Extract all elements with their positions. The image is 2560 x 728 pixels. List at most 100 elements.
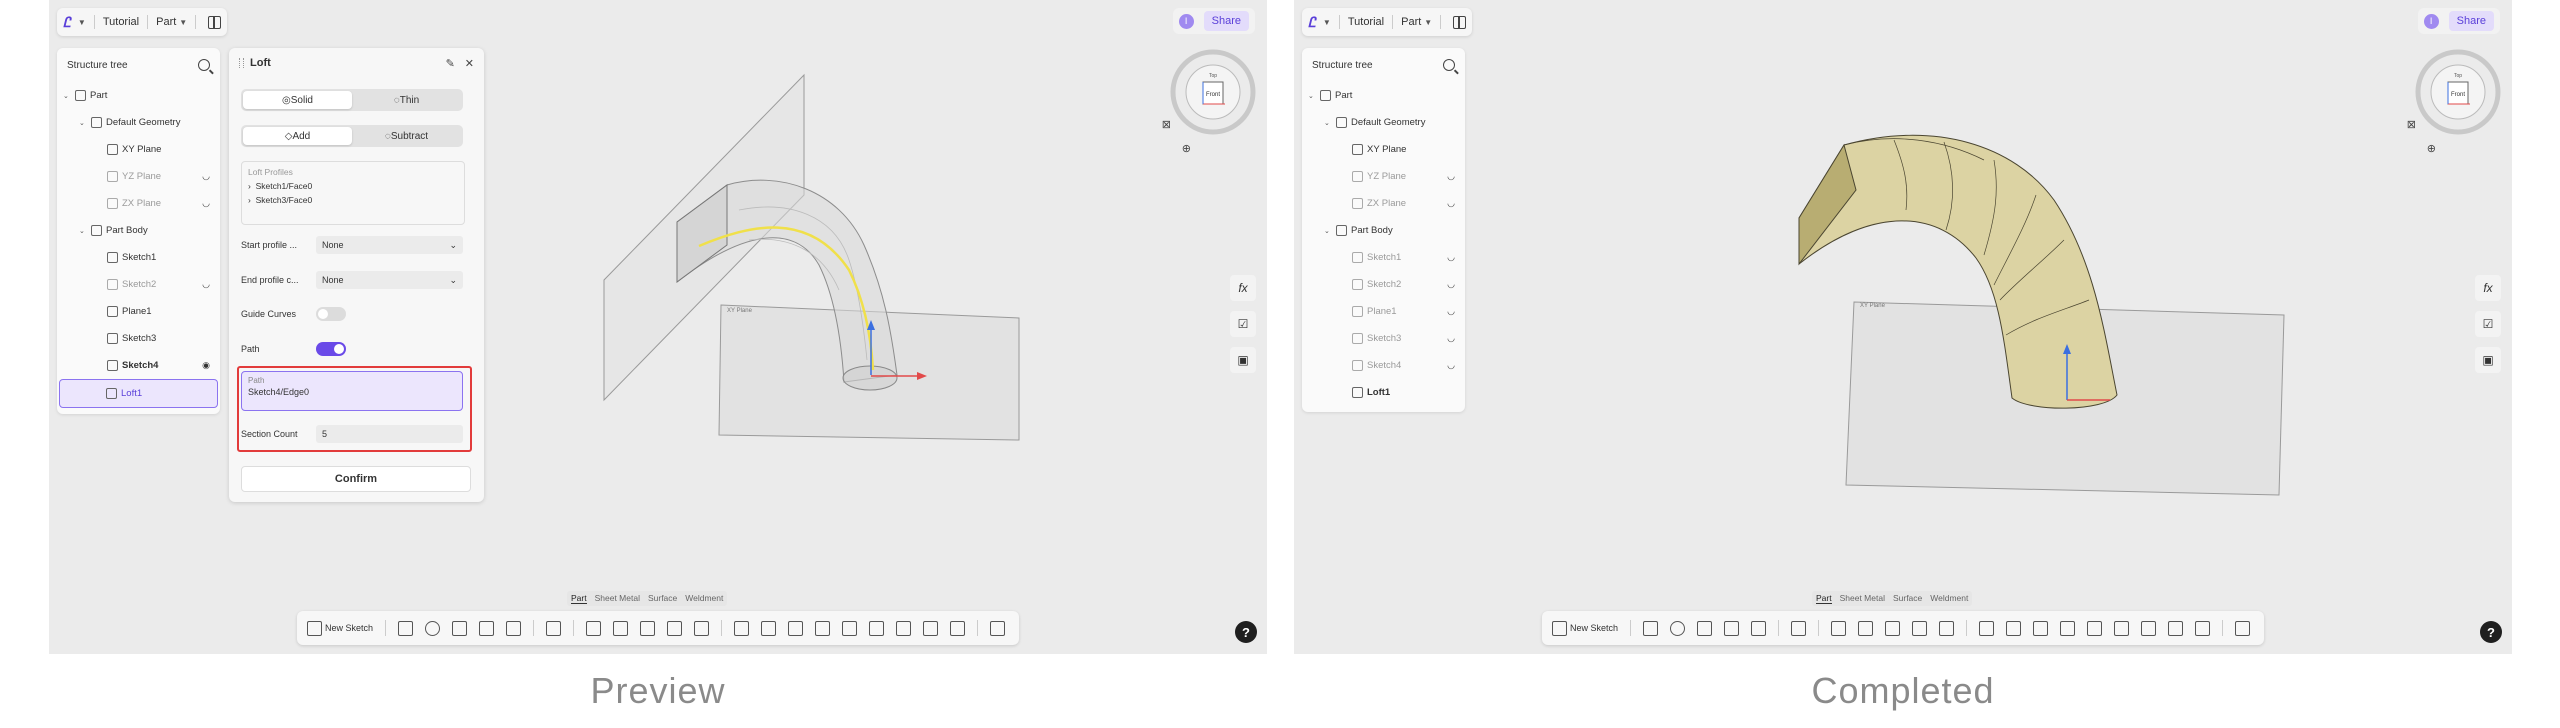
clipboard-check-icon[interactable]: ☑	[1230, 311, 1256, 337]
tab-sheet-metal[interactable]: Sheet Metal	[595, 593, 640, 604]
measure-icon[interactable]	[990, 620, 1006, 636]
list-item[interactable]: › Sketch1/Face0	[242, 179, 464, 193]
help-button[interactable]: ?	[1235, 621, 1257, 643]
eye-closed-icon[interactable]: ◡	[1447, 198, 1455, 209]
camera-icon[interactable]: ⊕	[2427, 142, 2436, 155]
doc-title[interactable]: Tutorial	[1348, 16, 1384, 28]
search-icon[interactable]	[198, 59, 210, 71]
loft-profiles-list[interactable]: Loft Profiles › Sketch1/Face0 › Sketch3/…	[241, 161, 465, 225]
clipboard-check-icon[interactable]: ☑	[2475, 311, 2501, 337]
view-cube[interactable]: Front Top	[1167, 46, 1259, 138]
tree-item-sketch1[interactable]: Sketch1	[57, 244, 220, 271]
tab-part[interactable]: Part	[1816, 593, 1832, 604]
fillet-icon[interactable]	[1831, 620, 1847, 636]
thicken-icon[interactable]	[1939, 620, 1955, 636]
chevron-down-icon[interactable]: ▼	[179, 18, 187, 27]
combine-icon[interactable]	[815, 620, 831, 636]
eye-closed-icon[interactable]: ◡	[202, 198, 210, 209]
eye-closed-icon[interactable]: ◡	[202, 279, 210, 290]
rib-icon[interactable]	[1751, 620, 1767, 636]
path-toggle[interactable]	[316, 342, 346, 356]
draft-icon[interactable]	[1912, 620, 1928, 636]
rib-icon[interactable]	[506, 620, 522, 636]
sweep-icon[interactable]	[452, 620, 468, 636]
end-profile-select[interactable]: None ⌄	[316, 271, 463, 289]
chevron-down-icon[interactable]: ▼	[78, 18, 86, 27]
pattern-icon[interactable]	[1979, 620, 1995, 636]
tree-item-part-body[interactable]: ⌄ Part Body	[1302, 217, 1465, 244]
mode-selector[interactable]: Part	[156, 16, 176, 28]
tree-item-xy-plane[interactable]: XY Plane	[57, 136, 220, 163]
tree-item-sketch3[interactable]: Sketch3	[57, 325, 220, 352]
hole-icon[interactable]	[1791, 620, 1807, 636]
drag-handle-icon[interactable]	[239, 58, 244, 68]
tree-item-loft1[interactable]: Loft1	[59, 379, 218, 408]
tree-item-plane1[interactable]: Plane1 ◡	[1302, 298, 1465, 325]
help-button[interactable]: ?	[2480, 621, 2502, 643]
shell-icon[interactable]	[640, 620, 656, 636]
loft-icon[interactable]	[1724, 620, 1740, 636]
avatar[interactable]: I	[2423, 13, 2439, 29]
app-logo[interactable]: Ꮭ	[63, 14, 71, 31]
thin-option[interactable]: ◌ Thin	[352, 91, 461, 109]
tree-item-xy-plane[interactable]: XY Plane	[1302, 136, 1465, 163]
split-icon[interactable]	[2087, 620, 2103, 636]
view-cube[interactable]: Front Top	[2412, 46, 2504, 138]
replace-face-icon[interactable]	[2141, 620, 2157, 636]
extrude-icon[interactable]	[398, 620, 414, 636]
new-sketch-button[interactable]: New Sketch	[1552, 620, 1618, 636]
mode-selector[interactable]: Part	[1401, 16, 1421, 28]
tab-surface[interactable]: Surface	[648, 593, 677, 604]
table-icon[interactable]: ▣	[1230, 347, 1256, 373]
eye-closed-icon[interactable]: ◡	[1447, 306, 1455, 317]
tree-item-sketch3[interactable]: Sketch3 ◡	[1302, 325, 1465, 352]
share-button[interactable]: Share	[1203, 11, 1249, 31]
doc-title[interactable]: Tutorial	[103, 16, 139, 28]
chevron-down-icon[interactable]: ▼	[1323, 18, 1331, 27]
tree-item-sketch1[interactable]: Sketch1 ◡	[1302, 244, 1465, 271]
close-icon[interactable]: ✕	[465, 57, 474, 70]
tree-item-zx-plane[interactable]: ZX Plane ◡	[57, 190, 220, 217]
chevron-down-icon[interactable]: ▼	[1424, 18, 1432, 27]
tree-item-sketch4[interactable]: Sketch4 ◡	[1302, 352, 1465, 379]
section-icon[interactable]	[2195, 620, 2211, 636]
eye-closed-icon[interactable]: ◡	[1447, 360, 1455, 371]
eye-closed-icon[interactable]: ◡	[1447, 279, 1455, 290]
tab-weldment[interactable]: Weldment	[685, 593, 723, 604]
subtract-option[interactable]: ◌ Subtract	[352, 127, 461, 145]
extrude-icon[interactable]	[1643, 620, 1659, 636]
avatar[interactable]: I	[1178, 13, 1194, 29]
guide-curves-toggle[interactable]	[316, 307, 346, 321]
new-sketch-button[interactable]: New Sketch	[307, 620, 373, 636]
tree-item-sketch2[interactable]: Sketch2 ◡	[57, 271, 220, 298]
share-button[interactable]: Share	[2448, 11, 2494, 31]
tab-surface[interactable]: Surface	[1893, 593, 1922, 604]
eye-closed-icon[interactable]: ◡	[202, 171, 210, 182]
tree-item-default-geometry[interactable]: ⌄ Default Geometry	[57, 109, 220, 136]
eye-closed-icon[interactable]: ◡	[1447, 171, 1455, 182]
replace-face-icon[interactable]	[896, 620, 912, 636]
fit-view-icon[interactable]: ⊠	[1162, 118, 1171, 131]
mirror-icon[interactable]	[2006, 620, 2022, 636]
move-icon[interactable]	[2033, 620, 2049, 636]
chamfer-icon[interactable]	[613, 620, 629, 636]
measure-icon[interactable]	[2235, 620, 2251, 636]
mirror-icon[interactable]	[761, 620, 777, 636]
add-option[interactable]: ◇ Add	[243, 127, 352, 145]
tree-item-sketch4[interactable]: Sketch4 ◉	[57, 352, 220, 379]
tree-item-zx-plane[interactable]: ZX Plane ◡	[1302, 190, 1465, 217]
pin-icon[interactable]: ✎	[446, 57, 455, 70]
box-icon[interactable]	[869, 620, 885, 636]
tab-part[interactable]: Part	[571, 593, 587, 604]
fit-view-icon[interactable]: ⊠	[2407, 118, 2416, 131]
tree-item-part-body[interactable]: ⌄ Part Body	[57, 217, 220, 244]
tree-item-yz-plane[interactable]: YZ Plane ◡	[57, 163, 220, 190]
tree-item-yz-plane[interactable]: YZ Plane ◡	[1302, 163, 1465, 190]
tree-item-part[interactable]: ⌄ Part	[57, 82, 220, 109]
split-icon[interactable]	[842, 620, 858, 636]
revolve-icon[interactable]	[425, 620, 441, 636]
panel-toggle-icon[interactable]	[208, 15, 222, 29]
app-logo[interactable]: Ꮭ	[1308, 14, 1316, 31]
tree-item-part[interactable]: ⌄ Part	[1302, 82, 1465, 109]
panel-toggle-icon[interactable]	[1453, 15, 1467, 29]
